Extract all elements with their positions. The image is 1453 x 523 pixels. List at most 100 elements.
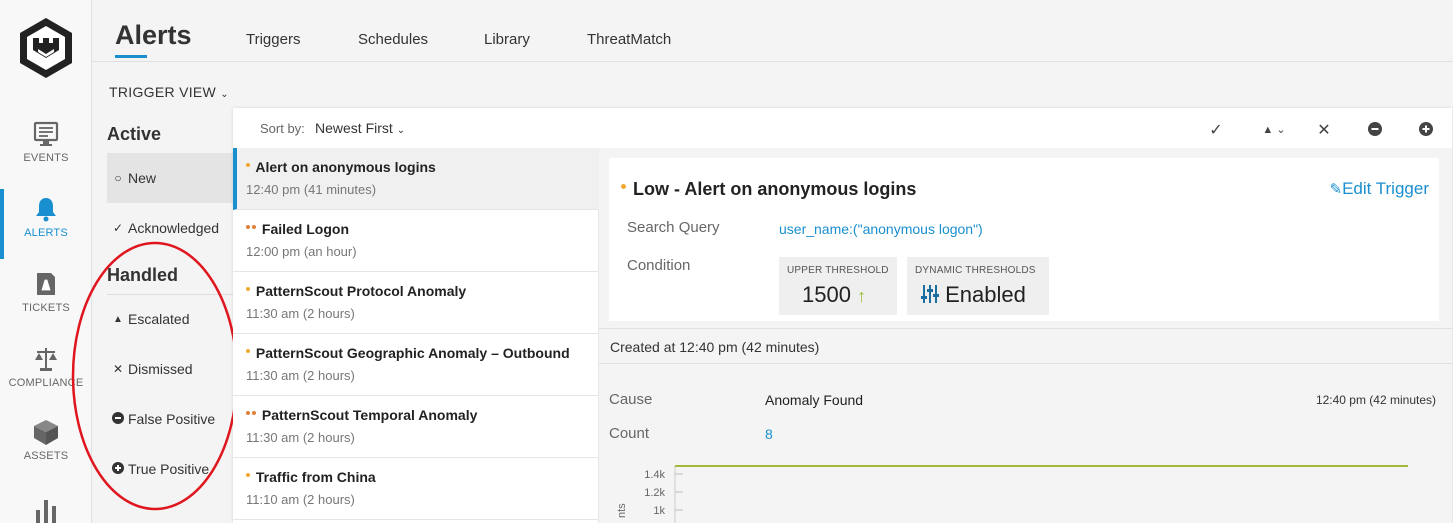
chevron-down-icon: ⌄ [220, 89, 229, 100]
alert-time: 12:40 pm (41 minutes) [246, 182, 377, 197]
alert-title: Traffic from China [255, 469, 376, 485]
detail-title-text: Low - Alert on anonymous logins [633, 179, 917, 199]
scales-icon [35, 348, 57, 371]
upper-threshold-label: UPPER THRESHOLD [787, 265, 889, 276]
page-title[interactable]: Alerts [115, 20, 192, 51]
active-heading: Active [107, 124, 162, 144]
check-icon: ✓ [1209, 122, 1223, 139]
sliders-icon [921, 285, 939, 303]
severity-low-dot [246, 349, 250, 354]
edit-trigger-link[interactable]: ✎Edit Trigger [1329, 179, 1429, 199]
y-tick-label: 1.2k [644, 487, 665, 499]
search-query-label: Search Query [627, 219, 720, 236]
upper-threshold-box: UPPER THRESHOLD 1500 ↑ [779, 257, 897, 315]
list-item[interactable]: Alert on anonymous logins 12:40 pm (41 m… [233, 148, 599, 210]
alert-title: PatternScout Protocol Anomaly [255, 283, 467, 299]
tab-library[interactable]: Library [484, 31, 530, 48]
nav-events[interactable]: EVENTS [0, 120, 92, 190]
sort-label: Sort by: [260, 121, 305, 136]
severity-low-dot [621, 183, 626, 189]
trigger-view-dropdown[interactable]: TRIGGER VIEW ⌄ [109, 84, 229, 100]
filter-acknowledged-label: Acknowledged [128, 220, 220, 236]
app-logo-icon[interactable] [17, 16, 75, 80]
filter-new-label: New [128, 170, 157, 186]
true-positive-button[interactable] [1415, 120, 1437, 140]
list-item[interactable]: Failed Logon 12:00 pm (an hour) [233, 210, 599, 272]
alert-title: Failed Logon [261, 221, 349, 237]
count-label: Count [609, 425, 650, 442]
bell-icon [36, 198, 56, 222]
arrow-up-icon: ↑ [857, 286, 867, 306]
chevron-down-icon: ⌄ [396, 125, 406, 136]
sort-dropdown[interactable]: Newest First ⌄ [315, 120, 405, 136]
alert-list: Alert on anonymous logins 12:40 pm (41 m… [233, 148, 599, 523]
tab-schedules[interactable]: Schedules [358, 31, 428, 48]
alert-time: 11:30 am (2 hours) [246, 368, 355, 383]
sort-value: Newest First [315, 120, 393, 136]
severity-low-dot [246, 287, 250, 292]
severity-medium-dot [252, 411, 256, 416]
y-axis-label: nts [616, 503, 628, 518]
alert-time: 11:30 am (2 hours) [246, 430, 355, 445]
condition-label: Condition [627, 257, 691, 274]
alert-detail: Low - Alert on anonymous logins ✎Edit Tr… [599, 148, 1452, 523]
plus-circle-icon [1419, 122, 1433, 136]
dynamic-threshold-box: DYNAMIC THRESHOLDS Enabled [907, 257, 1049, 315]
alert-title: PatternScout Temporal Anomaly [261, 407, 478, 423]
dynamic-threshold-label: DYNAMIC THRESHOLDS [915, 265, 1036, 276]
annotation-circle [71, 241, 239, 511]
monitor-icon [33, 121, 59, 146]
alert-time: 11:10 am (2 hours) [246, 492, 355, 507]
filter-new[interactable]: ○ New [107, 153, 233, 203]
false-positive-button[interactable] [1364, 120, 1386, 140]
list-item[interactable]: PatternScout Temporal Anomaly 11:30 am (… [233, 396, 599, 458]
cause-label: Cause [609, 391, 653, 408]
upper-threshold-value: 1500 ↑ [802, 282, 866, 308]
tab-triggers[interactable]: Triggers [246, 31, 300, 48]
y-tick-label: 1.4k [644, 469, 665, 481]
search-query-value[interactable]: user_name:("anonymous logon") [779, 221, 983, 237]
cause-time: 12:40 pm (42 minutes) [1315, 393, 1436, 407]
escalate-dropdown-button[interactable]: ▲ ⌄ [1257, 123, 1291, 143]
check-icon: ✓ [112, 221, 124, 235]
dynamic-threshold-value: Enabled [945, 282, 1026, 307]
y-tick-label: 1k [653, 505, 665, 517]
severity-medium-dot [246, 225, 250, 230]
circle-outline-icon: ○ [114, 171, 122, 185]
header-bar: Alerts Triggers Schedules Library Threat… [92, 0, 1453, 62]
cube-icon [34, 420, 58, 445]
count-value[interactable]: 8 [765, 426, 773, 442]
list-item[interactable]: PatternScout Geographic Anomaly – Outbou… [233, 334, 599, 396]
bar-chart-icon[interactable] [34, 496, 58, 523]
severity-low-dot [246, 163, 250, 168]
sort-toolbar: Sort by: Newest First ⌄ ✓ ▲ ⌄ ✕ [233, 108, 1452, 148]
severity-medium-dot [252, 225, 256, 230]
alert-time: 12:00 pm (an hour) [246, 244, 357, 259]
alerts-panel: Sort by: Newest First ⌄ ✓ ▲ ⌄ ✕ Alert on… [233, 108, 1452, 523]
nav-events-label: EVENTS [23, 152, 69, 164]
pencil-icon: ✎ [1329, 181, 1343, 198]
severity-low-dot [246, 473, 250, 478]
acknowledge-button[interactable]: ✓ [1205, 120, 1227, 140]
trigger-view-label: TRIGGER VIEW [109, 84, 217, 100]
cause-value: Anomaly Found [765, 392, 864, 408]
chevron-down-icon: ⌄ [1276, 124, 1286, 136]
nav-alerts-label: ALERTS [24, 227, 68, 239]
trigger-card: Low - Alert on anonymous logins ✎Edit Tr… [609, 158, 1439, 321]
count-chart: nts 1.4k 1.2k 1k [616, 465, 1408, 523]
detail-title: Low - Alert on anonymous logins [621, 179, 916, 200]
alert-title: Alert on anonymous logins [255, 159, 436, 175]
edit-trigger-label: Edit Trigger [1342, 179, 1429, 198]
list-item[interactable]: Traffic from China 11:10 am (2 hours) [233, 458, 599, 520]
alert-title: PatternScout Geographic Anomaly – Outbou… [255, 345, 570, 361]
dismiss-button[interactable]: ✕ [1313, 120, 1335, 140]
ticket-icon [37, 273, 55, 295]
tab-threatmatch[interactable]: ThreatMatch [587, 31, 671, 48]
warning-icon: ▲ [1262, 124, 1274, 136]
created-text: Created at 12:40 pm (42 minutes) [610, 339, 820, 355]
alert-time: 11:30 am (2 hours) [246, 306, 355, 321]
x-icon: ✕ [1317, 122, 1331, 139]
active-tab-underline [115, 55, 147, 58]
minus-circle-icon [1368, 122, 1382, 136]
list-item[interactable]: PatternScout Protocol Anomaly 11:30 am (… [233, 272, 599, 334]
